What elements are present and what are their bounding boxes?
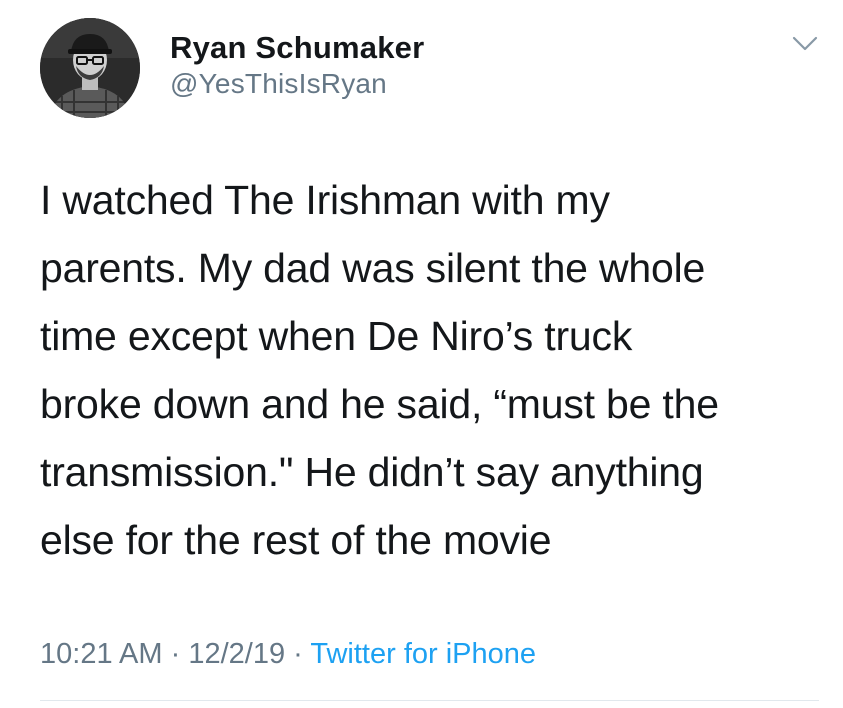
tweet-card: Ryan Schumaker @YesThisIsRyan I watched … — [0, 0, 843, 708]
tweet-time[interactable]: 10:21 AM — [40, 638, 163, 670]
user-handle[interactable]: @YesThisIsRyan — [170, 67, 424, 101]
tweet-text-line: else for the rest of the movie — [40, 517, 552, 563]
person-avatar-icon — [40, 18, 140, 118]
display-name[interactable]: Ryan Schumaker — [170, 29, 424, 67]
tweet-text-line: broke down and he said, “must be the — [40, 381, 719, 427]
tweet-source-link[interactable]: Twitter for iPhone — [310, 638, 536, 670]
tweet-meta: 10:21 AM · 12/2/19 · Twitter for iPhone — [40, 634, 536, 674]
tweet-text-line: parents. My dad was silent the whole — [40, 245, 706, 291]
user-names: Ryan Schumaker @YesThisIsRyan — [170, 29, 424, 101]
tweet-text: I watched The Irishman with my parents. … — [40, 166, 830, 574]
divider — [40, 700, 819, 701]
meta-separator: · — [170, 638, 181, 670]
tweet-text-line: time except when De Niro’s truck — [40, 313, 633, 359]
tweet-text-line: I watched The Irishman with my — [40, 177, 610, 223]
chevron-down-icon[interactable] — [791, 34, 819, 54]
tweet-text-line: transmission." He didn’t say anything — [40, 449, 704, 495]
meta-separator: · — [293, 638, 303, 670]
tweet-date[interactable]: 12/2/19 — [188, 638, 285, 670]
avatar[interactable] — [40, 18, 140, 118]
tweet-header: Ryan Schumaker @YesThisIsRyan — [40, 18, 424, 118]
